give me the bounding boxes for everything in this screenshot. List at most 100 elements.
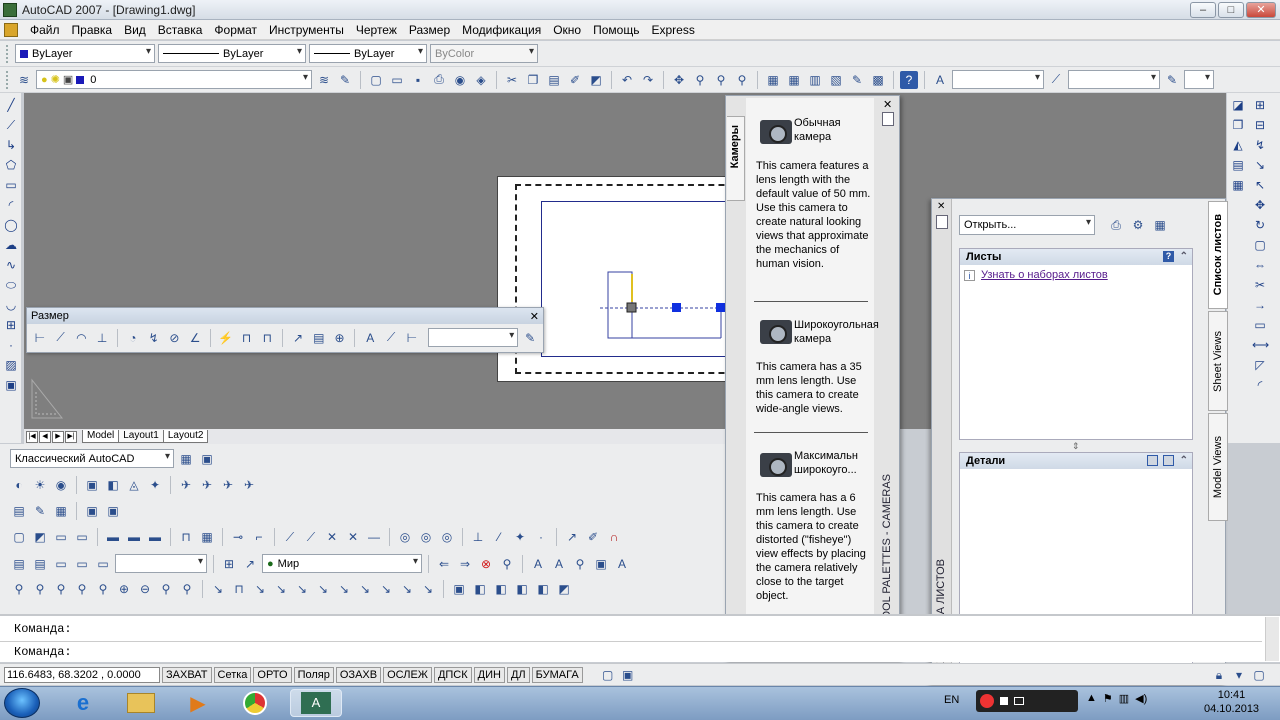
redo-icon[interactable]: ↷: [639, 71, 657, 89]
copy-object-icon[interactable]: ❐: [1230, 117, 1246, 133]
ucs5-icon[interactable]: ▭: [94, 555, 112, 573]
workspace-settings-icon[interactable]: ▦: [177, 450, 195, 468]
zoom-scale-icon[interactable]: ⚲: [52, 580, 70, 598]
wblock-icon[interactable]: ▣: [104, 502, 122, 520]
menu-file[interactable]: Файл: [24, 20, 66, 40]
quick-dim-icon[interactable]: ⚡: [217, 329, 235, 347]
lwt-toggle[interactable]: ДЛ: [506, 666, 530, 683]
next-tab-icon[interactable]: ▶: [52, 430, 64, 443]
dim-angular2-icon[interactable]: ↘: [335, 580, 353, 598]
close-icon[interactable]: ✕: [883, 98, 892, 111]
snap-apparent-icon[interactable]: ⟋: [302, 528, 320, 546]
view-iso-icon[interactable]: ◩: [555, 580, 573, 598]
status-menu-icon[interactable]: ▾: [1230, 666, 1248, 684]
menu-format[interactable]: Формат: [208, 20, 263, 40]
cut-icon[interactable]: ✂: [503, 71, 521, 89]
snap-nearest-icon[interactable]: ·: [532, 528, 550, 546]
design-center-icon[interactable]: ▦: [785, 71, 803, 89]
minimize-button[interactable]: –: [1190, 2, 1216, 18]
zoom-previous-icon[interactable]: ⚲: [733, 71, 751, 89]
viewport[interactable]: [541, 201, 751, 357]
coordinates-readout[interactable]: 116.6483, 68.3202 , 0.0000: [4, 666, 160, 683]
open-file-icon[interactable]: ▭: [388, 71, 406, 89]
materials-icon[interactable]: ◉: [52, 476, 70, 494]
help-icon[interactable]: ?: [900, 70, 918, 89]
layer-manager-icon[interactable]: ≋: [15, 71, 33, 89]
close-icon[interactable]: ✕: [530, 309, 539, 325]
text-scale-icon[interactable]: A: [613, 555, 631, 573]
layer-combo[interactable]: ● ✺ ▣ 0: [36, 70, 312, 89]
tab-model-views[interactable]: Model Views: [1208, 413, 1228, 521]
revolve-icon[interactable]: ▬: [125, 528, 143, 546]
collapse-icon[interactable]: ⌃: [1180, 249, 1188, 265]
view-back-icon[interactable]: ◧: [534, 580, 552, 598]
spell-icon[interactable]: ▣: [592, 555, 610, 573]
zoom-all-icon[interactable]: ⚲: [157, 580, 175, 598]
tab-cameras[interactable]: Камеры: [727, 116, 745, 201]
fillet-icon[interactable]: ◜: [1252, 377, 1268, 393]
arc-length-icon[interactable]: ◠: [73, 329, 91, 347]
learn-sheet-sets-link[interactable]: Узнать о наборах листов: [981, 269, 1108, 281]
workspace-save-icon[interactable]: ▣: [198, 450, 216, 468]
table-style-combo[interactable]: [1184, 70, 1214, 89]
menu-view[interactable]: Вид: [118, 20, 152, 40]
box-icon[interactable]: ▢: [10, 528, 28, 546]
spline-icon[interactable]: ∿: [3, 257, 19, 273]
dim-diameter2-icon[interactable]: ↘: [314, 580, 332, 598]
arrow-right-icon[interactable]: ⇒: [456, 555, 474, 573]
color-combo[interactable]: ByLayer: [15, 44, 155, 63]
workspace-combo[interactable]: Классический AutoCAD: [10, 449, 174, 468]
subtract-icon[interactable]: ▦: [198, 528, 216, 546]
camera-record-icon[interactable]: [1014, 697, 1024, 705]
maximize-viewport-icon[interactable]: ▢: [599, 666, 617, 684]
properties-icon[interactable]: [882, 112, 894, 126]
explorer-icon[interactable]: [118, 689, 164, 717]
tool-palettes-icon[interactable]: ▥: [806, 71, 824, 89]
trim-icon[interactable]: ✂: [1252, 277, 1268, 293]
snap-insert-icon[interactable]: ⁄: [490, 528, 508, 546]
search-web-icon[interactable]: ⚲: [498, 555, 516, 573]
line-icon[interactable]: ╱: [3, 97, 19, 113]
ucs-named-icon[interactable]: ↗: [241, 555, 259, 573]
ie-icon[interactable]: e: [60, 689, 106, 717]
tab-sheet-list[interactable]: Список листов: [1208, 201, 1228, 309]
view-front-icon[interactable]: ◧: [471, 580, 489, 598]
publish-icon[interactable]: ◈: [472, 71, 490, 89]
spot-light-icon[interactable]: ✈: [219, 476, 237, 494]
snap-quadrant-icon[interactable]: —: [365, 528, 383, 546]
table-icon[interactable]: ▦: [52, 502, 70, 520]
dim-continue2-icon[interactable]: ↘: [251, 580, 269, 598]
camera-icon[interactable]: [760, 453, 792, 477]
menu-modify[interactable]: Модификация: [456, 20, 547, 40]
zoom-out-icon[interactable]: ⊖: [136, 580, 154, 598]
camera-icon[interactable]: [760, 120, 792, 144]
snap-parallel-icon[interactable]: ⊥: [469, 528, 487, 546]
publish-sheets-icon[interactable]: ⎙: [1107, 216, 1125, 234]
zoom-dynamic-icon[interactable]: ⚲: [31, 580, 49, 598]
lock-toolbars-icon[interactable]: 🔒︎: [1210, 666, 1228, 684]
palette-titlebar[interactable]: ✕ TOOL PALETTES - CAMERAS: [878, 99, 900, 659]
zoom-window-icon[interactable]: ⚲: [712, 71, 730, 89]
copy-icon[interactable]: ❐: [524, 71, 542, 89]
dim-ordinate2-icon[interactable]: ↘: [272, 580, 290, 598]
ucs-icon[interactable]: ⊞: [1252, 97, 1268, 113]
sheet-set-icon[interactable]: ▧: [827, 71, 845, 89]
named-views-icon[interactable]: ▤: [10, 502, 28, 520]
clock-date[interactable]: 04.10.2013: [1204, 702, 1259, 716]
join-icon[interactable]: ⟷: [1252, 337, 1269, 353]
insert-block-icon[interactable]: ⊞: [3, 317, 19, 333]
flag-icon[interactable]: ⚑: [1103, 692, 1113, 705]
camera-name[interactable]: Широкоугольная камера: [794, 318, 879, 346]
ssm-open-combo[interactable]: Открыть...: [959, 215, 1095, 235]
calculator-icon[interactable]: ▩: [869, 71, 887, 89]
scale-icon[interactable]: ▢: [1252, 237, 1268, 253]
record-icon[interactable]: [980, 694, 994, 708]
close-icon[interactable]: ✕: [937, 201, 945, 212]
stretch-icon[interactable]: ⇔: [1252, 257, 1268, 273]
menu-edit[interactable]: Правка: [66, 20, 119, 40]
close-button[interactable]: ✕: [1246, 2, 1276, 18]
diameter-icon[interactable]: ⊘: [165, 329, 183, 347]
chrome-icon[interactable]: [232, 689, 278, 717]
radius-icon[interactable]: ◔: [124, 329, 142, 347]
text-style-icon[interactable]: A: [931, 71, 949, 89]
